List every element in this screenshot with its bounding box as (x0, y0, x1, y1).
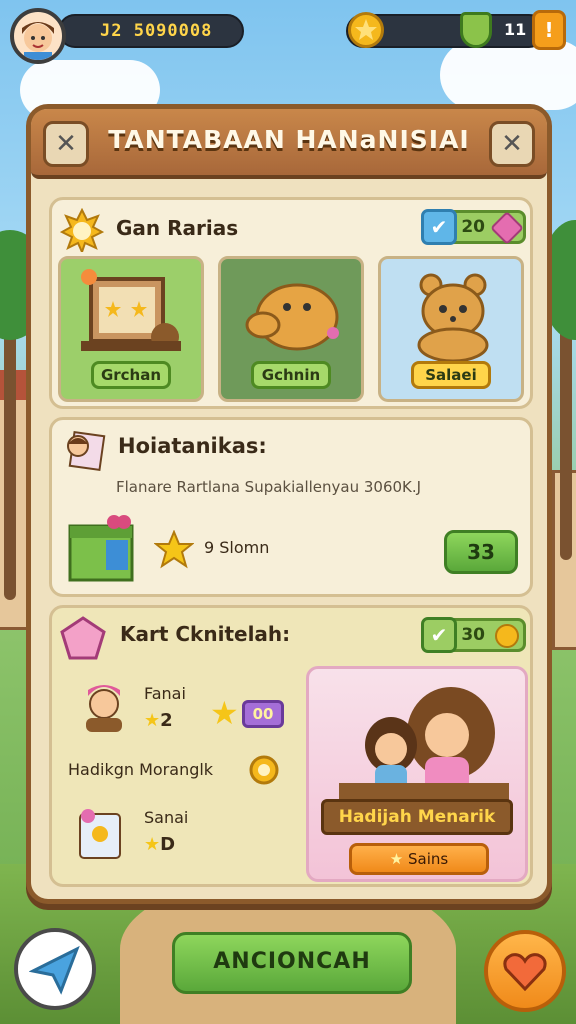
card-pack-icon (79, 809, 121, 859)
paper-plane-icon (29, 945, 80, 995)
close-icon: ✕ (55, 129, 77, 159)
character-icon (86, 685, 122, 732)
item2-name: Sanai (144, 808, 189, 827)
gift-box-icon (68, 515, 134, 582)
heart-icon (503, 953, 547, 991)
item1-name: Fanai (144, 684, 186, 703)
reward-tile-salaei[interactable]: Salaei (378, 256, 524, 402)
event-badge: ✔ 30 (421, 617, 526, 653)
reward-tile-gchnin[interactable]: Gchnin (218, 256, 364, 402)
check-icon: ✔ (421, 209, 457, 245)
star-icon: ★ (144, 710, 161, 731)
coin-amount: J2 5090008 (100, 21, 213, 41)
top-bar: J2 5090008 11 ! (8, 8, 568, 64)
star-coin-icon (348, 12, 384, 48)
sun-badge-icon (60, 208, 104, 252)
close-right-button[interactable]: ✕ (489, 121, 535, 167)
star-icon: ★ (210, 694, 239, 732)
pink-gem-icon (60, 616, 106, 660)
check-icon: ✔ (421, 617, 457, 653)
item1-stars: ★2 (144, 710, 173, 731)
event-section: Kart Cknitelah: ✔ 30 Fanai ★2 ★ 00 Hadik… (49, 605, 533, 887)
task-reward-text: 9 Slomn (204, 538, 270, 557)
treasure-board-icon (81, 269, 181, 351)
bear-cub-icon (417, 273, 489, 361)
panel-header: ✕ TANTABAAN HANaNISIAI ✕ (31, 109, 547, 179)
add-currency-button[interactable]: ! (532, 10, 566, 50)
star-icon: ★ (389, 850, 404, 868)
main-action-button[interactable]: ANCIONCAH (172, 932, 412, 994)
favorite-button[interactable] (484, 930, 566, 1012)
send-button[interactable] (14, 928, 96, 1010)
two-girls-illustration (339, 687, 509, 801)
task-scroll-icon (67, 430, 106, 472)
task-title: Hoiatanikas: (118, 434, 267, 458)
promo-button[interactable]: ★ Sains (349, 843, 489, 875)
close-left-button[interactable]: ✕ (43, 121, 89, 167)
coin-counter: J2 5090008 (58, 14, 244, 48)
coin-icon (249, 755, 279, 785)
close-icon: ✕ (501, 129, 523, 159)
avatar-face-icon (22, 22, 54, 60)
star-gem-icon (495, 624, 519, 648)
star-icon: ★ (144, 834, 161, 855)
tile-label: Salaei (411, 361, 491, 389)
task-claim-button[interactable]: 33 (444, 530, 518, 574)
event-title: Kart Cknitelah: (120, 622, 291, 646)
gem-icon (490, 211, 524, 245)
promo-title: Hadijah Menarik (321, 799, 513, 835)
promo-card[interactable]: Hadijah Menarik ★ Sains (306, 666, 528, 882)
rewards-section: Gan Rarias ✔ 20 Grchan Gchnin Salaei (49, 197, 533, 409)
gem-amount: 11 (504, 20, 527, 39)
rewards-badge-value: 20 (461, 217, 485, 237)
player-avatar[interactable] (10, 8, 66, 64)
reward-tile-grchan[interactable]: Grchan (58, 256, 204, 402)
item2-stars: ★D (144, 834, 176, 855)
shield-gem-icon (460, 12, 492, 48)
rewards-badge: ✔ 20 (421, 209, 526, 245)
task-section: Hoiatanikas: Flanare Rartlana Supakialle… (49, 417, 533, 597)
creature-icon (245, 283, 339, 351)
tile-label: Gchnin (251, 361, 331, 389)
star-icon (154, 530, 194, 569)
item1-counter: 00 (242, 700, 284, 728)
task-description: Flanare Rartlana Supakiallenyau 3060K.J (116, 478, 422, 496)
event-badge-value: 30 (461, 625, 485, 645)
main-panel: ✕ TANTABAAN HANaNISIAI ✕ Gan Rarias ✔ 20 (26, 104, 552, 904)
rewards-title: Gan Rarias (116, 216, 239, 240)
tile-label: Grchan (91, 361, 171, 389)
hadikan-label: Hadikgn Moranglk (68, 760, 214, 779)
panel-title: TANTABAAN HANaNISIAI (108, 125, 470, 154)
